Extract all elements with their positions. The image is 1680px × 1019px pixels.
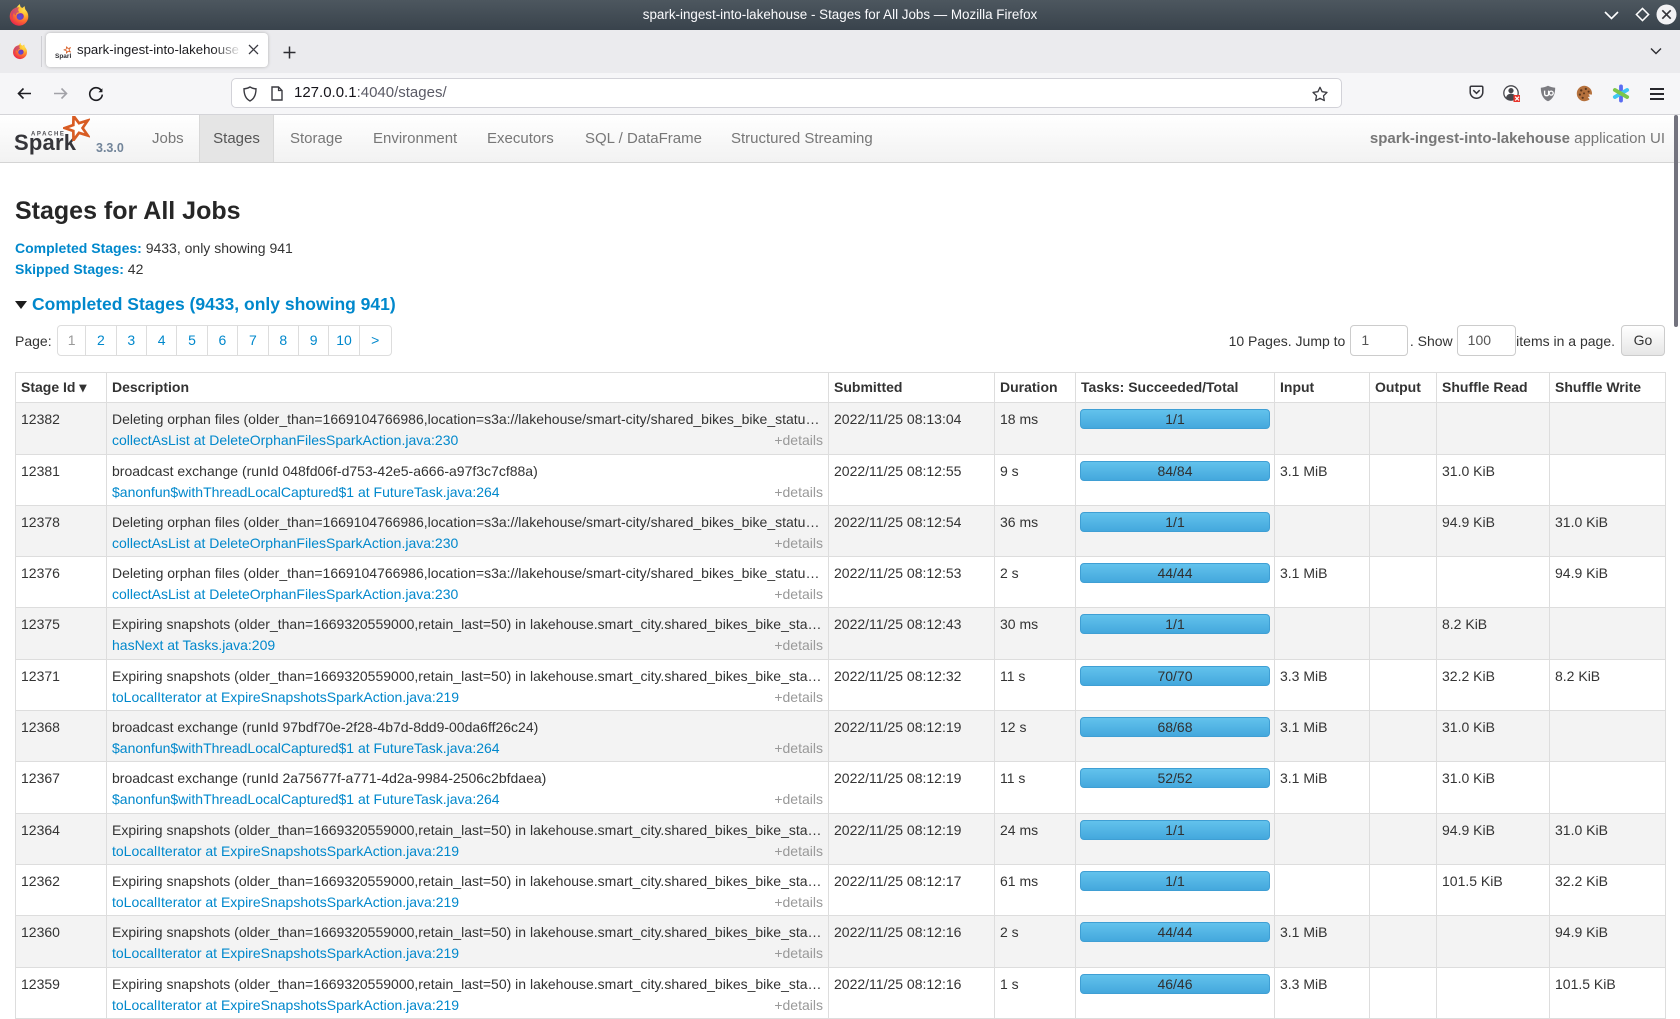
svg-text:Spark: Spark (55, 53, 71, 60)
svg-text:Spark: Spark (14, 130, 77, 155)
